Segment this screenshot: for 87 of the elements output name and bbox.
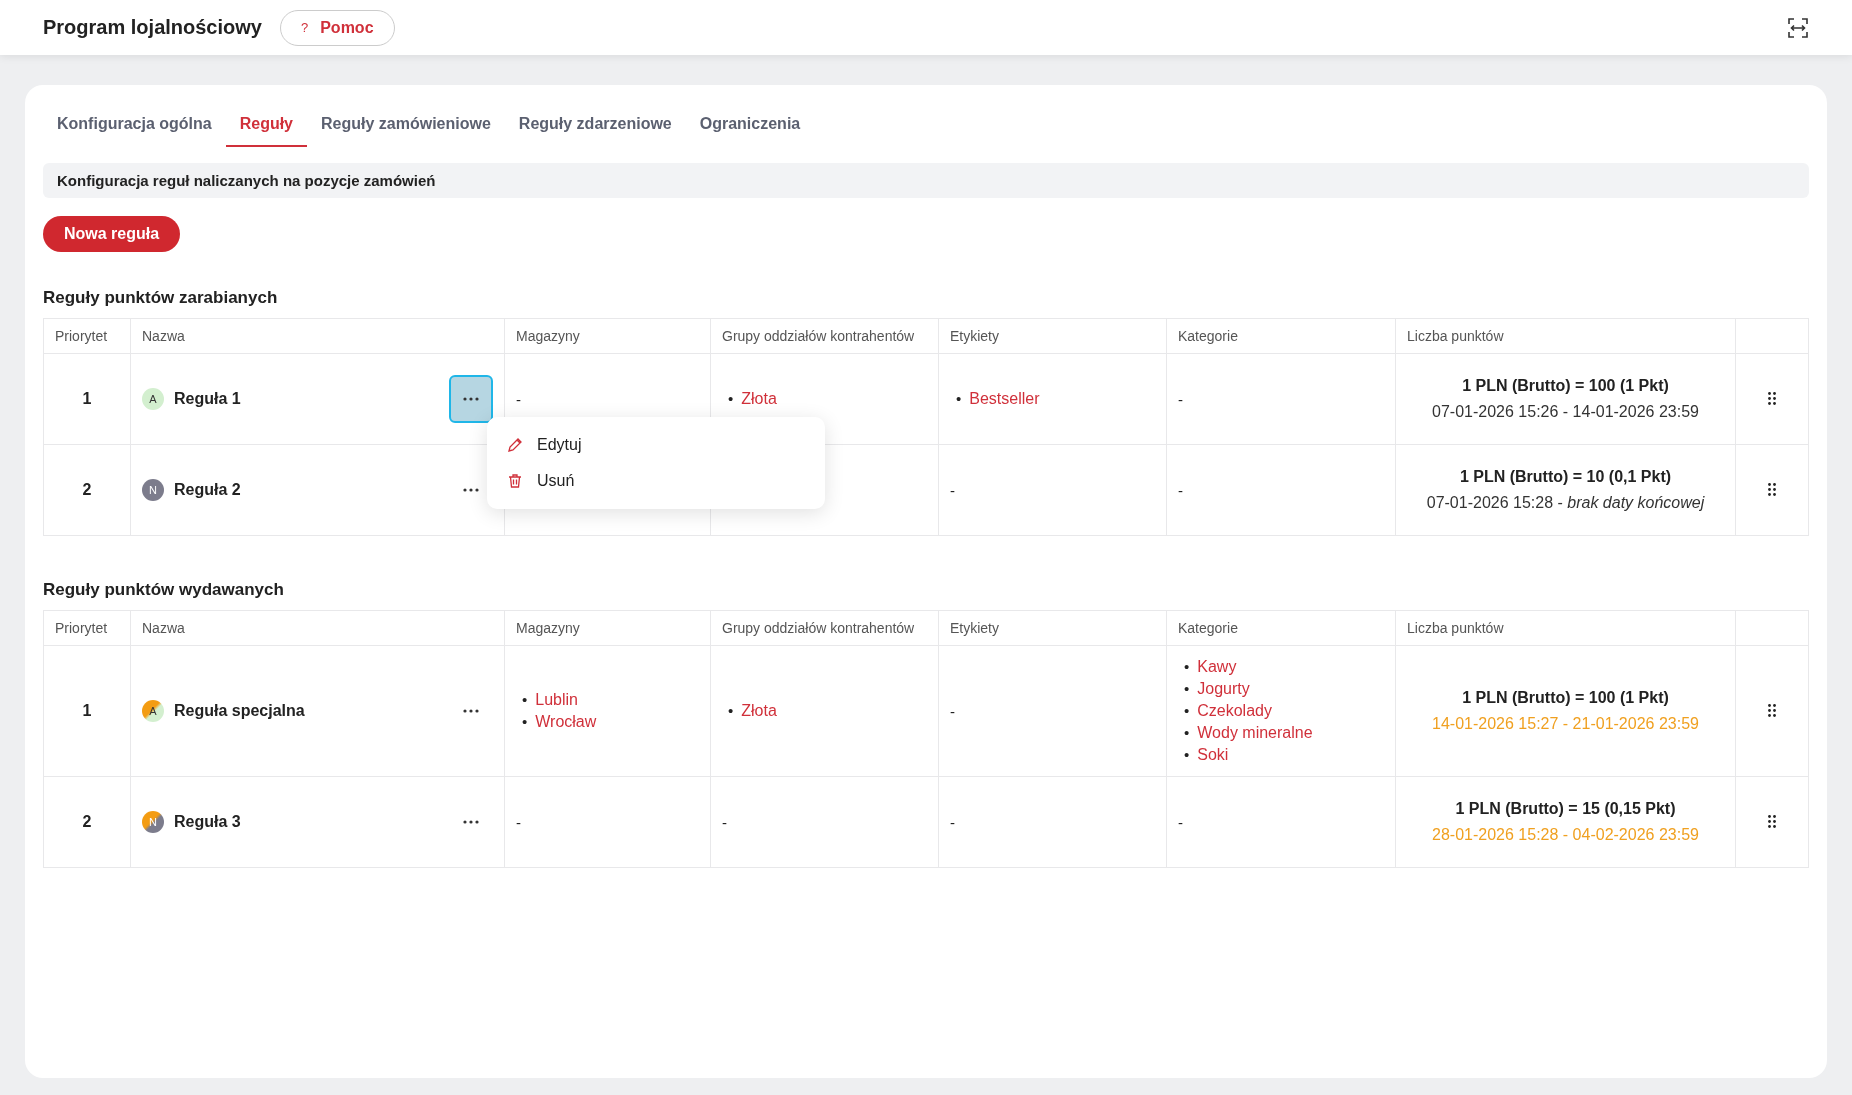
date-range: 28-01-2026 15:28 - 04-02-2026 23:59 bbox=[1431, 826, 1700, 844]
trash-icon bbox=[507, 473, 523, 489]
drag-handle-icon[interactable] bbox=[1768, 814, 1776, 828]
help-button[interactable]: ? Pomoc bbox=[279, 9, 395, 46]
label-link[interactable]: Bestseller bbox=[969, 388, 1040, 410]
warehouse-link[interactable]: Lublin bbox=[535, 689, 578, 711]
points-rate: 1 PLN (Brutto) = 15 (0,15 Pkt) bbox=[1454, 800, 1677, 818]
category-link[interactable]: Wody mineralne bbox=[1197, 722, 1313, 744]
empty-value: - bbox=[1178, 813, 1183, 831]
column-header: Liczba punktów bbox=[1395, 318, 1736, 354]
column-header: Etykiety bbox=[938, 318, 1167, 354]
category-link[interactable]: Czekolady bbox=[1197, 700, 1272, 722]
expand-icon[interactable] bbox=[1787, 16, 1809, 39]
bullet: • bbox=[522, 690, 528, 710]
priority: 2 bbox=[82, 813, 92, 830]
points-rate: 1 PLN (Brutto) = 10 (0,1 Pkt) bbox=[1458, 468, 1673, 486]
empty-value: - bbox=[950, 481, 955, 499]
drag-handle-icon[interactable] bbox=[1768, 482, 1776, 496]
column-header: Magazyny bbox=[504, 610, 711, 646]
tab[interactable]: Reguły bbox=[225, 105, 307, 147]
dots-icon bbox=[463, 820, 479, 824]
category-link[interactable]: Kawy bbox=[1197, 656, 1237, 678]
empty-value: - bbox=[1178, 390, 1183, 408]
bullet: • bbox=[956, 389, 962, 409]
dots-icon bbox=[463, 709, 479, 713]
warehouse-link[interactable]: Wrocław bbox=[535, 711, 597, 733]
priority: 1 bbox=[82, 702, 92, 719]
status-avatar: N bbox=[142, 811, 164, 833]
drag-handle-icon[interactable] bbox=[1768, 391, 1776, 405]
tab[interactable]: Konfiguracja ogólna bbox=[43, 105, 226, 147]
empty-value: - bbox=[950, 813, 955, 831]
status-avatar: A bbox=[142, 388, 164, 410]
column-header: Kategorie bbox=[1166, 318, 1396, 354]
bullet: • bbox=[728, 389, 734, 409]
category-link[interactable]: Jogurty bbox=[1197, 678, 1250, 700]
rule-name: Reguła 1 bbox=[174, 390, 241, 408]
new-rule-button[interactable]: Nowa reguła bbox=[43, 216, 181, 252]
rule-name: Reguła 3 bbox=[174, 813, 241, 831]
column-header: Grupy oddziałów kontrahentów bbox=[710, 318, 939, 354]
dots-icon bbox=[463, 488, 479, 492]
pencil-icon bbox=[507, 437, 523, 453]
points-rate: 1 PLN (Brutto) = 100 (1 Pkt) bbox=[1461, 377, 1670, 395]
column-header: Liczba punktów bbox=[1395, 610, 1736, 646]
menu-item[interactable]: Usuń bbox=[537, 472, 575, 490]
empty-value: - bbox=[1178, 481, 1183, 499]
column-header: Grupy oddziałów kontrahentów bbox=[710, 610, 939, 646]
bullet: • bbox=[1184, 679, 1190, 699]
bullet: • bbox=[1184, 745, 1190, 765]
tab[interactable]: Reguły zamówieniowe bbox=[307, 105, 505, 147]
column-header: Priorytet bbox=[43, 318, 131, 354]
empty-value: - bbox=[516, 390, 521, 408]
group-link[interactable]: Złota bbox=[741, 700, 777, 722]
menu-item[interactable]: Edytuj bbox=[537, 436, 582, 454]
status-avatar: N bbox=[142, 479, 164, 501]
date-range: 07-01-2026 15:26 - 14-01-2026 23:59 bbox=[1431, 403, 1700, 421]
bullet: • bbox=[1184, 701, 1190, 721]
column-header: Kategorie bbox=[1166, 610, 1396, 646]
bullet: • bbox=[728, 701, 734, 721]
drag-handle-icon[interactable] bbox=[1768, 703, 1776, 717]
column-header: Priorytet bbox=[43, 610, 131, 646]
bullet: • bbox=[1184, 657, 1190, 677]
info-bar: Konfiguracja reguł naliczanych na pozycje zamówień bbox=[43, 163, 1809, 198]
section-title: Reguły punktów wydawanych bbox=[43, 580, 285, 600]
column-header: Magazyny bbox=[504, 318, 711, 354]
section-title: Reguły punktów zarabianych bbox=[43, 288, 279, 308]
category-link[interactable]: Soki bbox=[1197, 744, 1229, 766]
tab[interactable]: Ograniczenia bbox=[685, 105, 815, 147]
rule-name: Reguła 2 bbox=[174, 481, 241, 499]
priority: 1 bbox=[82, 390, 92, 407]
points-rate: 1 PLN (Brutto) = 100 (1 Pkt) bbox=[1461, 689, 1670, 707]
rule-name: Reguła specjalna bbox=[174, 702, 305, 720]
column-header: Etykiety bbox=[938, 610, 1167, 646]
empty-value: - bbox=[516, 813, 521, 831]
group-link[interactable]: Złota bbox=[741, 388, 777, 410]
empty-value: - bbox=[722, 813, 727, 831]
bullet: • bbox=[1184, 723, 1190, 743]
date-range: 07-01-2026 15:28 - brak daty końcowej bbox=[1425, 494, 1706, 512]
dots-icon bbox=[463, 397, 479, 401]
empty-value: - bbox=[950, 702, 955, 720]
tab[interactable]: Reguły zdarzeniowe bbox=[504, 105, 686, 147]
priority: 2 bbox=[82, 481, 92, 498]
column-header: Nazwa bbox=[130, 610, 505, 646]
date-range: 14-01-2026 15:27 - 21-01-2026 23:59 bbox=[1431, 715, 1700, 733]
status-avatar: A bbox=[142, 700, 164, 722]
bullet: • bbox=[522, 712, 528, 732]
column-header: Nazwa bbox=[130, 318, 505, 354]
page-title: Program lojalnościowy bbox=[43, 16, 262, 39]
